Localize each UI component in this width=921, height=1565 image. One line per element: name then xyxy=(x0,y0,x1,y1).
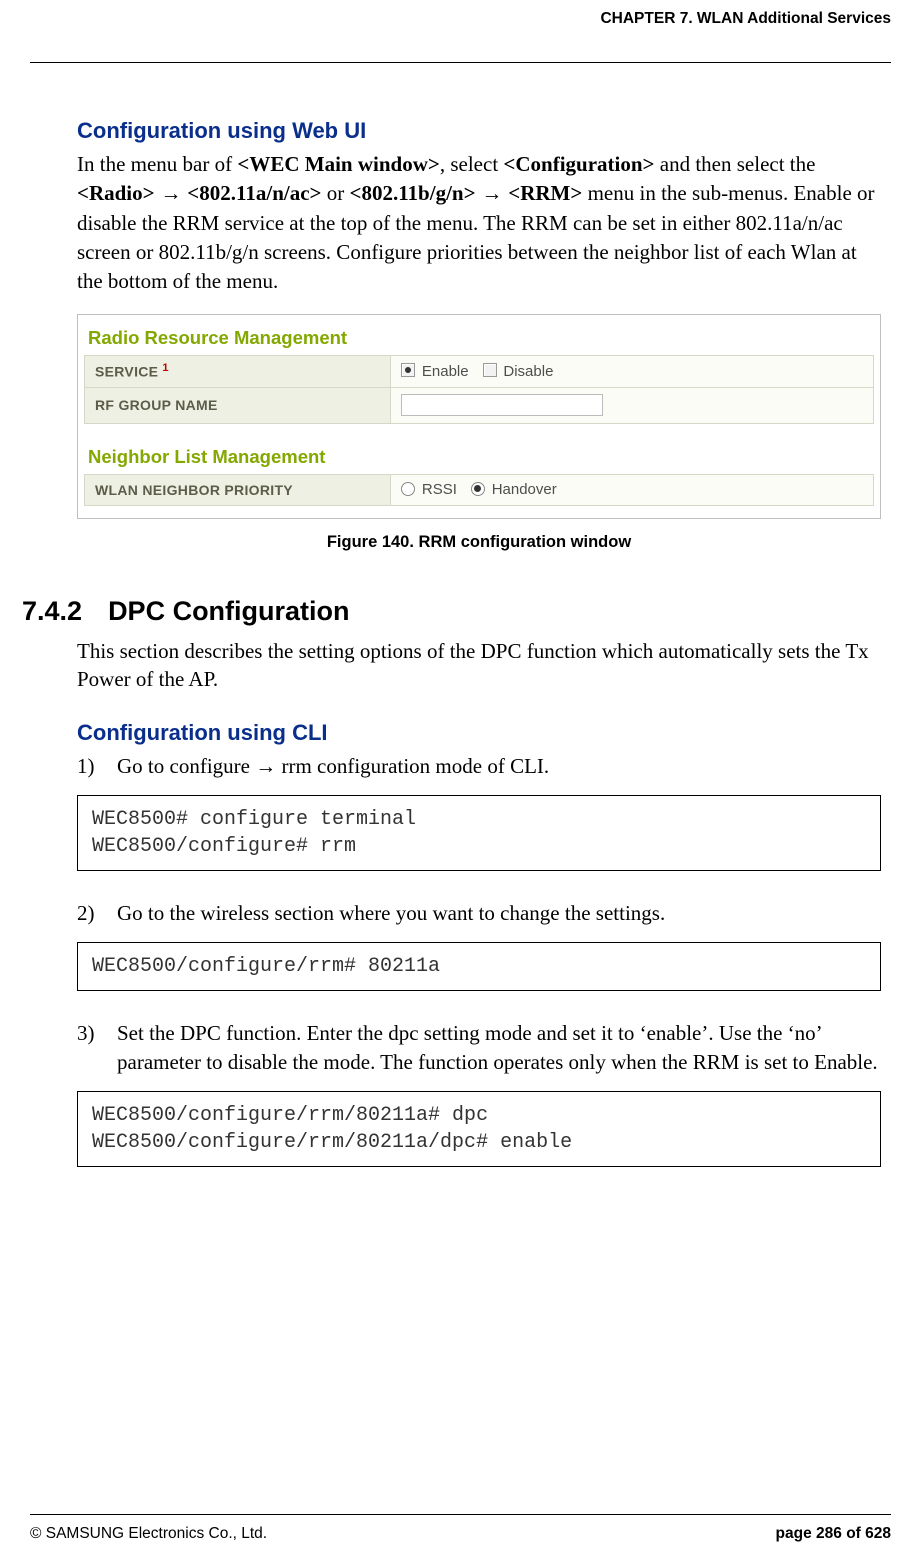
step-marker: 3) xyxy=(77,1019,101,1077)
step-3: 3) Set the DPC function. Enter the dpc s… xyxy=(77,1019,881,1077)
label-service: SERVICE 1 xyxy=(85,355,391,387)
step-list: 1) Go to configure → rrm configuration m… xyxy=(77,752,881,781)
step-text: Go to configure → rrm configuration mode… xyxy=(117,752,549,781)
rf-group-name-input[interactable] xyxy=(401,394,603,416)
text-bold: <802.11a/n/ac> xyxy=(187,181,321,205)
section-title: DPC Configuration xyxy=(108,596,349,627)
footer: © SAMSUNG Electronics Co., Ltd. page 286… xyxy=(30,1514,891,1543)
intro-paragraph: In the menu bar of <WEC Main window>, se… xyxy=(77,150,881,296)
section-heading-row: 7.4.2 DPC Configuration xyxy=(22,596,881,627)
text: , select xyxy=(440,152,504,176)
text: and then select the xyxy=(655,152,816,176)
step-marker: 2) xyxy=(77,899,101,928)
step-marker: 1) xyxy=(77,752,101,781)
code-block-1: WEC8500# configure terminal WEC8500/conf… xyxy=(77,795,881,871)
arrow-icon: → xyxy=(155,182,188,205)
step-1: 1) Go to configure → rrm configuration m… xyxy=(77,752,881,781)
panel-title-rrm: Radio Resource Management xyxy=(78,323,880,355)
label-rf-group: RF GROUP NAME xyxy=(85,387,391,423)
radio-disable[interactable] xyxy=(483,363,497,377)
text: In the menu bar of xyxy=(77,152,237,176)
radio-label-enable: Enable xyxy=(422,363,469,380)
text-bold: <Radio> xyxy=(77,181,155,205)
radio-label-rssi: RSSI xyxy=(422,481,457,498)
text-bold: <WEC Main window> xyxy=(237,152,439,176)
footer-page-number: page 286 of 628 xyxy=(776,1525,891,1543)
page: CHAPTER 7. WLAN Additional Services Conf… xyxy=(0,0,921,1565)
figure-rrm-config: Radio Resource Management SERVICE 1 Enabl… xyxy=(77,314,881,519)
radio-enable[interactable] xyxy=(401,363,415,377)
content-area: Configuration using Web UI In the menu b… xyxy=(30,63,891,1167)
label-text: SERVICE xyxy=(95,364,158,380)
value-rf-group xyxy=(391,387,874,423)
text-bold: <802.11b/g/n> xyxy=(350,181,476,205)
radio-label-handover: Handover xyxy=(492,481,557,498)
radio-handover[interactable] xyxy=(471,482,485,496)
form-table-nlm: WLAN NEIGHBOR PRIORITY RSSI Handover xyxy=(84,474,874,506)
step-text: Go to the wireless section where you wan… xyxy=(117,899,665,928)
code-block-3: WEC8500/configure/rrm/80211a# dpc WEC850… xyxy=(77,1091,881,1167)
code-block-2: WEC8500/configure/rrm# 80211a xyxy=(77,942,881,991)
radio-rssi[interactable] xyxy=(401,482,415,496)
footer-row: © SAMSUNG Electronics Co., Ltd. page 286… xyxy=(30,1514,891,1543)
subsection-heading-cli: Configuration using CLI xyxy=(77,720,881,746)
section-intro: This section describes the setting optio… xyxy=(77,637,881,695)
form-table-rrm: SERVICE 1 Enable Disable RF GROUP NAME xyxy=(84,355,874,424)
row-service: SERVICE 1 Enable Disable xyxy=(85,355,874,387)
value-neighbor-priority: RSSI Handover xyxy=(391,474,874,505)
panel-title-nlm: Neighbor List Management xyxy=(78,442,880,474)
step-list: 3) Set the DPC function. Enter the dpc s… xyxy=(77,1019,881,1077)
row-neighbor-priority: WLAN NEIGHBOR PRIORITY RSSI Handover xyxy=(85,474,874,505)
arrow-icon: → xyxy=(476,182,509,205)
text-bold: <Configuration> xyxy=(503,152,654,176)
label-neighbor-priority: WLAN NEIGHBOR PRIORITY xyxy=(85,474,391,505)
row-rf-group: RF GROUP NAME xyxy=(85,387,874,423)
radio-label-disable: Disable xyxy=(503,363,553,380)
figure-caption: Figure 140. RRM configuration window xyxy=(77,533,881,552)
chapter-header: CHAPTER 7. WLAN Additional Services xyxy=(30,10,891,32)
value-service: Enable Disable xyxy=(391,355,874,387)
section-number: 7.4.2 xyxy=(22,596,82,627)
required-marker: 1 xyxy=(162,362,168,374)
step-text: Set the DPC function. Enter the dpc sett… xyxy=(117,1019,881,1077)
text: or xyxy=(322,181,350,205)
subsection-heading-web-ui: Configuration using Web UI xyxy=(77,118,881,144)
step-2: 2) Go to the wireless section where you … xyxy=(77,899,881,928)
step-list: 2) Go to the wireless section where you … xyxy=(77,899,881,928)
text-bold: <RRM> xyxy=(508,181,582,205)
footer-copyright: © SAMSUNG Electronics Co., Ltd. xyxy=(30,1525,267,1543)
